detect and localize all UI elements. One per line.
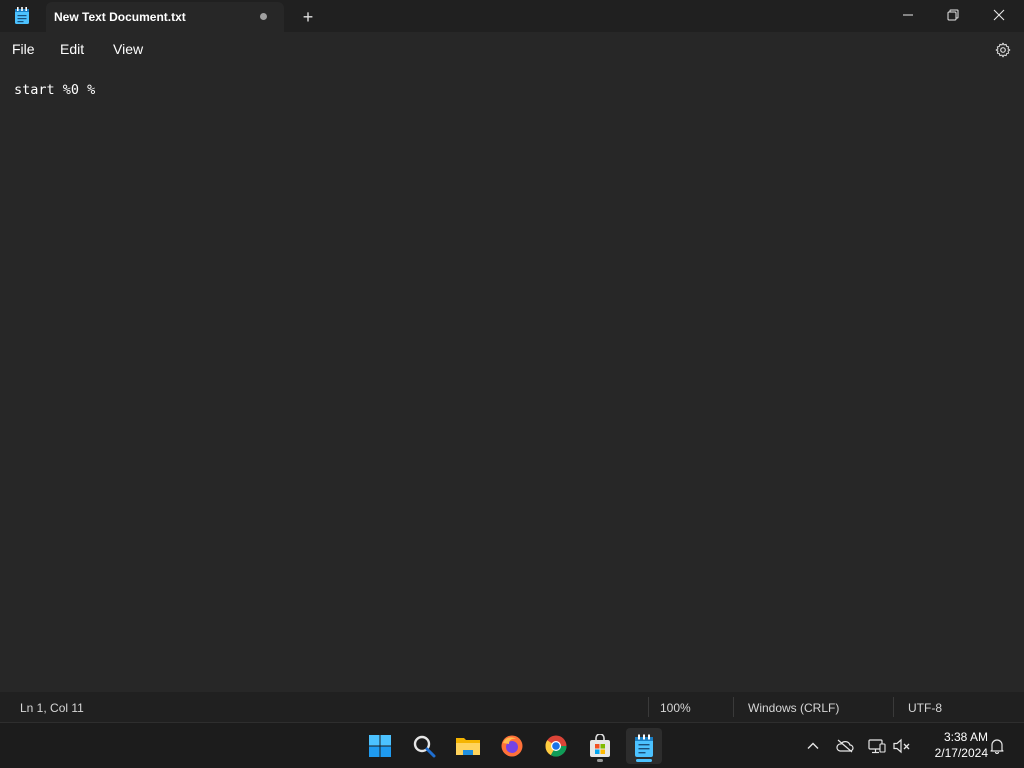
restore-icon xyxy=(947,9,959,21)
restore-button[interactable] xyxy=(930,0,976,30)
chevron-up-icon xyxy=(807,742,819,749)
status-bar: Ln 1, Col 11 100% Windows (CRLF) UTF-8 xyxy=(0,692,1024,722)
cursor-position: Ln 1, Col 11 xyxy=(20,701,84,715)
clock[interactable]: 3:38 AM 2/17/2024 xyxy=(916,729,988,761)
search-button[interactable] xyxy=(406,728,442,764)
file-explorer-button[interactable] xyxy=(450,728,486,764)
notepad-icon xyxy=(14,7,30,25)
new-tab-button[interactable]: + xyxy=(296,6,320,28)
unsaved-dot-icon[interactable] xyxy=(260,13,267,20)
start-button[interactable] xyxy=(362,728,398,764)
taskbar: 3:38 AM 2/17/2024 xyxy=(0,722,1024,768)
show-hidden-icons-button[interactable] xyxy=(802,735,824,757)
editor-content[interactable]: start %0 % xyxy=(14,82,95,98)
volume-muted-icon xyxy=(893,738,910,754)
clock-time: 3:38 AM xyxy=(943,730,988,744)
minimize-icon xyxy=(903,14,913,16)
network-button[interactable] xyxy=(866,735,888,757)
notepad-icon xyxy=(635,734,653,757)
menu-file[interactable]: File xyxy=(12,41,35,57)
firefox-button[interactable] xyxy=(494,728,530,764)
firefox-icon xyxy=(501,735,523,757)
encoding[interactable]: UTF-8 xyxy=(908,701,942,715)
active-indicator xyxy=(636,759,652,762)
tab-title: New Text Document.txt xyxy=(54,10,186,24)
microsoft-store-button[interactable] xyxy=(582,728,618,764)
running-indicator xyxy=(597,759,603,762)
close-icon xyxy=(993,9,1005,21)
zoom-level[interactable]: 100% xyxy=(660,701,691,715)
chrome-icon xyxy=(545,735,567,757)
title-bar: New Text Document.txt + xyxy=(0,0,1024,32)
line-ending[interactable]: Windows (CRLF) xyxy=(748,701,839,715)
settings-button[interactable] xyxy=(992,39,1014,61)
volume-button[interactable] xyxy=(891,735,913,757)
chrome-button[interactable] xyxy=(538,728,574,764)
search-icon xyxy=(413,735,436,758)
network-icon xyxy=(868,739,886,754)
gear-icon xyxy=(995,42,1011,58)
close-button[interactable] xyxy=(976,0,1022,30)
status-divider xyxy=(893,697,894,717)
status-divider xyxy=(733,697,734,717)
onedrive-button[interactable] xyxy=(834,735,856,757)
text-editor[interactable]: start %0 % xyxy=(0,66,1024,692)
menu-bar: File Edit View xyxy=(0,32,1024,66)
menu-view[interactable]: View xyxy=(113,41,143,57)
status-divider xyxy=(648,697,649,717)
onedrive-offline-icon xyxy=(836,739,854,753)
notification-button[interactable] xyxy=(986,735,1008,757)
bell-icon xyxy=(990,739,1004,754)
microsoft-store-icon xyxy=(590,734,610,757)
minimize-button[interactable] xyxy=(885,0,931,30)
file-explorer-icon xyxy=(456,738,480,755)
clock-date: 2/17/2024 xyxy=(934,746,988,760)
start-icon xyxy=(369,735,391,757)
tab-document[interactable]: New Text Document.txt xyxy=(46,2,284,32)
menu-edit[interactable]: Edit xyxy=(60,41,84,57)
notepad-taskbar-button[interactable] xyxy=(626,728,662,764)
